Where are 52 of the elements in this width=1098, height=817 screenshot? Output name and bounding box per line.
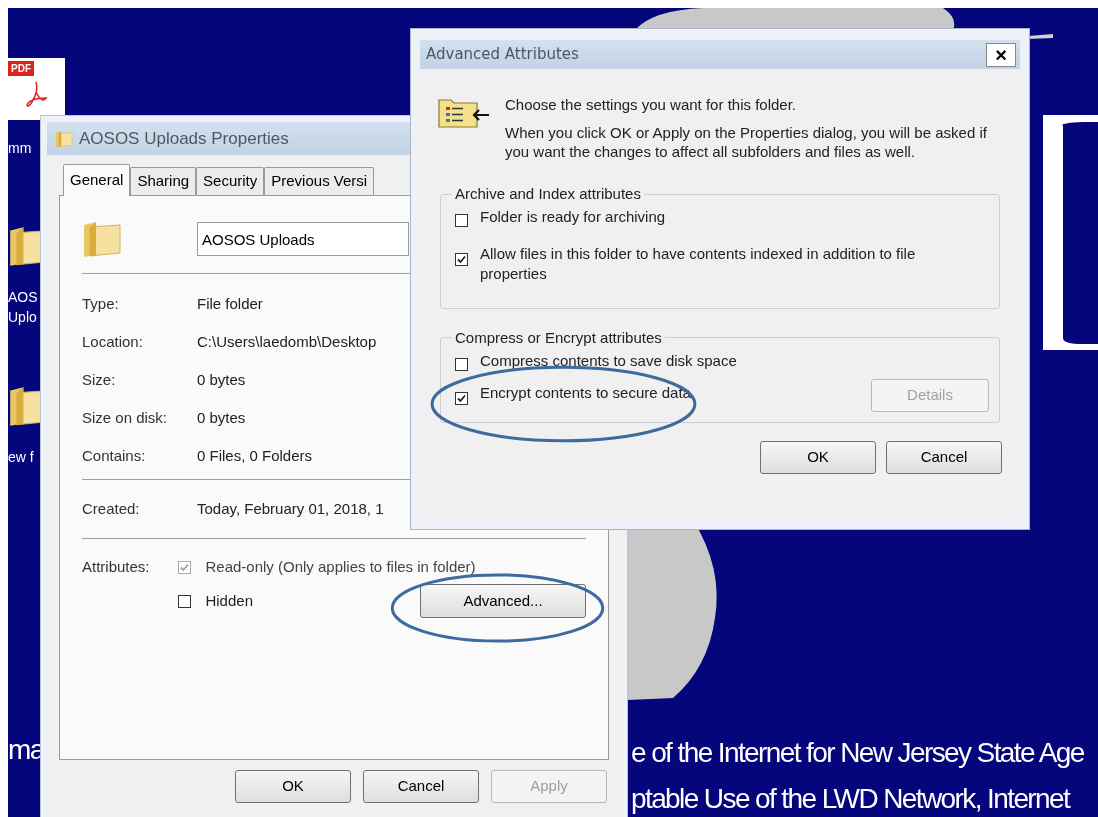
- folder-list-icon: [437, 96, 491, 128]
- property-label: Size:: [82, 369, 117, 390]
- wallpaper-text: ptable Use of the LWD Network, Internet: [631, 782, 1071, 816]
- window-title: AOSOS Uploads Properties: [79, 127, 289, 150]
- property-value: 0 bytes: [197, 407, 246, 428]
- property-value: C:\Users\laedomb\Desktop: [197, 331, 377, 352]
- window-title: Advanced Attributes: [426, 44, 579, 66]
- property-value: Today, February 01, 2018, 1: [197, 498, 384, 519]
- tab[interactable]: General: [63, 164, 131, 196]
- desktop-icon-label: Uplo: [8, 308, 38, 327]
- checkbox[interactable]: [455, 391, 468, 405]
- tab[interactable]: Security: [196, 167, 265, 195]
- pdf-file-icon[interactable]: PDF: [8, 58, 65, 120]
- pdf-badge: PDF: [8, 61, 34, 76]
- dialog-button[interactable]: Cancel: [886, 441, 1002, 474]
- checkbox-label: Allow files in this folder to have contents indexed in addition to file properties: [480, 243, 917, 284]
- property-label: Location:: [82, 331, 144, 352]
- desktop-icon-label: ew f: [8, 448, 34, 467]
- group-title: Compress or Encrypt attributes: [454, 327, 663, 348]
- dialog-heading: Choose the settings you want for this folder.: [505, 95, 797, 114]
- property-value: 0 bytes: [197, 369, 246, 390]
- checkbox[interactable]: [455, 252, 468, 266]
- tab[interactable]: Sharing: [130, 167, 197, 195]
- wallpaper-text: e of the Internet for New Jersey State Age: [631, 736, 1084, 770]
- property-label: Attributes:: [82, 557, 151, 577]
- desktop-icon-label: mm: [8, 139, 32, 158]
- checkbox[interactable]: [455, 214, 468, 227]
- name-field[interactable]: AOSOS Uploads: [197, 222, 409, 256]
- folder-icon: [82, 219, 122, 259]
- folder-icon: [55, 129, 73, 148]
- tab[interactable]: Previous Versi: [264, 167, 375, 195]
- dialog-button[interactable]: OK: [760, 441, 876, 474]
- dialog-button[interactable]: OK: [235, 770, 351, 803]
- property-value: 0 Files, 0 Folders: [197, 445, 313, 466]
- checkbox[interactable]: [178, 594, 192, 608]
- dialog-button[interactable]: Cancel: [363, 770, 479, 803]
- group-title: Archive and Index attributes: [454, 184, 642, 204]
- advanced-button[interactable]: Advanced...: [420, 584, 586, 618]
- property-label: Type:: [82, 293, 120, 314]
- checkbox[interactable]: [455, 357, 468, 371]
- dialog-description: When you click OK or Apply on the Properties dialog, you will be asked if you want the changes to affect all subfolders and files as well.: [505, 123, 988, 161]
- property-label: Size on disk:: [82, 407, 169, 428]
- checkbox-label: Compress contents to save disk space: [480, 350, 737, 371]
- pdf-logo-icon: [24, 80, 48, 110]
- property-label: Created:: [82, 498, 141, 519]
- desktop-icon-label: AOS: [8, 288, 38, 307]
- property-value: File folder: [197, 293, 263, 314]
- checkbox-label: Read-only (Only applies to files in folder): [205, 556, 476, 577]
- checkbox-label: Hidden: [205, 590, 253, 611]
- property-label: Contains:: [82, 445, 147, 466]
- close-button[interactable]: ×: [986, 42, 1016, 67]
- checkbox-label: Folder is ready for archiving: [480, 207, 666, 227]
